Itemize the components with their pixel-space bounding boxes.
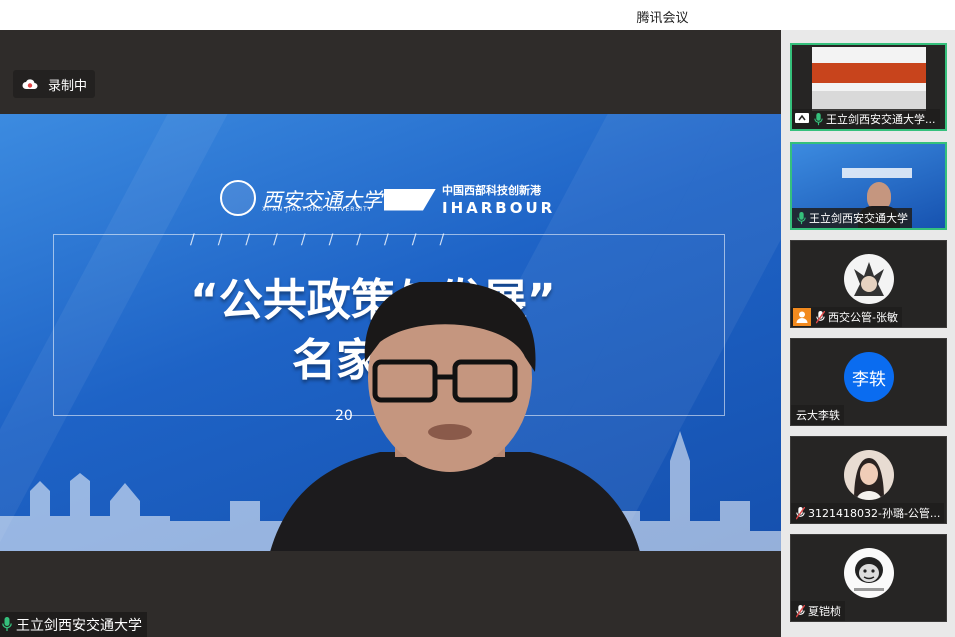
xjtu-logo: 西安交通大学 XI'AN JIAOTONG UNIVERSITY	[220, 180, 382, 216]
participant-tile[interactable]: 王立剑西安交通大学	[790, 142, 947, 230]
window-title: 腾讯会议	[636, 11, 689, 26]
iharbour-logo: 中国西部科技创新港 IHARBOUR	[384, 182, 555, 217]
participant-name-tag: 3121418032-孙璐-公管...	[791, 503, 945, 523]
screen-share-icon	[795, 113, 809, 123]
participant-name: 王立剑西安交通大学	[809, 212, 908, 225]
anime-character-avatar-icon	[854, 262, 884, 296]
participant-tile[interactable]: 3121418032-孙璐-公管...	[790, 436, 947, 524]
iharbour-logo-en: IHARBOUR	[442, 199, 556, 217]
user-photo-icon	[854, 458, 884, 500]
iharbour-mark-icon	[384, 188, 436, 211]
main-video[interactable]: 西安交通大学 XI'AN JIAOTONG UNIVERSITY 中国西部科技创…	[0, 114, 781, 551]
speaker-video-feed	[270, 282, 640, 551]
title-bar: 腾讯会议	[0, 0, 955, 30]
participant-name: 西交公管-张敏	[828, 311, 898, 324]
avatar	[844, 450, 894, 500]
cloud-record-icon	[22, 79, 38, 89]
avatar: 李轶	[844, 352, 894, 402]
xjtu-logo-en: XI'AN JIAOTONG UNIVERSITY	[262, 206, 373, 213]
participant-name-tag: 夏铠桢	[791, 601, 845, 621]
iharbour-logo-cn: 中国西部科技创新港	[442, 184, 541, 197]
speaker-name: 王立剑西安交通大学	[16, 617, 142, 634]
speaker-name-tag: 王立剑西安交通大学	[0, 612, 147, 637]
participant-tile[interactable]: 李轶 云大李轶	[790, 338, 947, 426]
mic-muted-icon	[816, 310, 825, 324]
participant-tile[interactable]: 西交公管-张敏	[790, 240, 947, 328]
participant-name: 王立剑西安交通大学...	[826, 113, 936, 126]
mic-muted-icon	[796, 506, 805, 520]
shared-screen-thumbnail	[812, 47, 926, 111]
participant-name: 云大李轶	[796, 409, 840, 422]
mic-on-icon	[814, 112, 823, 125]
avatar	[844, 254, 894, 304]
participant-sidebar[interactable]: 王立剑西安交通大学... 王立剑西安交通大学 西交公管-张敏 李轶 云大李轶 3…	[781, 30, 955, 637]
slide-tick-marks: //////////	[190, 232, 468, 248]
mic-on-icon	[2, 617, 12, 631]
participant-tile[interactable]: 夏铠桢	[790, 534, 947, 622]
participant-name: 夏铠桢	[808, 605, 841, 618]
participant-name-tag: 王立剑西安交通大学...	[792, 109, 940, 129]
participant-name-tag: 王立剑西安交通大学	[792, 208, 912, 228]
host-icon	[793, 308, 811, 326]
participant-name-tag: 西交公管-张敏	[791, 307, 902, 327]
meme-face-avatar-icon	[854, 557, 884, 591]
participant-name-tag: 云大李轶	[791, 405, 844, 425]
mic-on-icon	[797, 211, 806, 224]
main-stage[interactable]: 录制中 西安交通大学 XI'AN JIAOTONG UNIVERSITY 中国西…	[0, 30, 781, 637]
avatar	[844, 548, 894, 598]
university-seal-icon	[220, 180, 256, 216]
recording-badge[interactable]: 录制中	[13, 70, 95, 98]
participant-tile[interactable]: 王立剑西安交通大学...	[790, 43, 947, 131]
recording-label: 录制中	[48, 78, 88, 94]
mic-muted-icon	[796, 604, 805, 618]
participant-name: 3121418032-孙璐-公管...	[808, 507, 941, 520]
